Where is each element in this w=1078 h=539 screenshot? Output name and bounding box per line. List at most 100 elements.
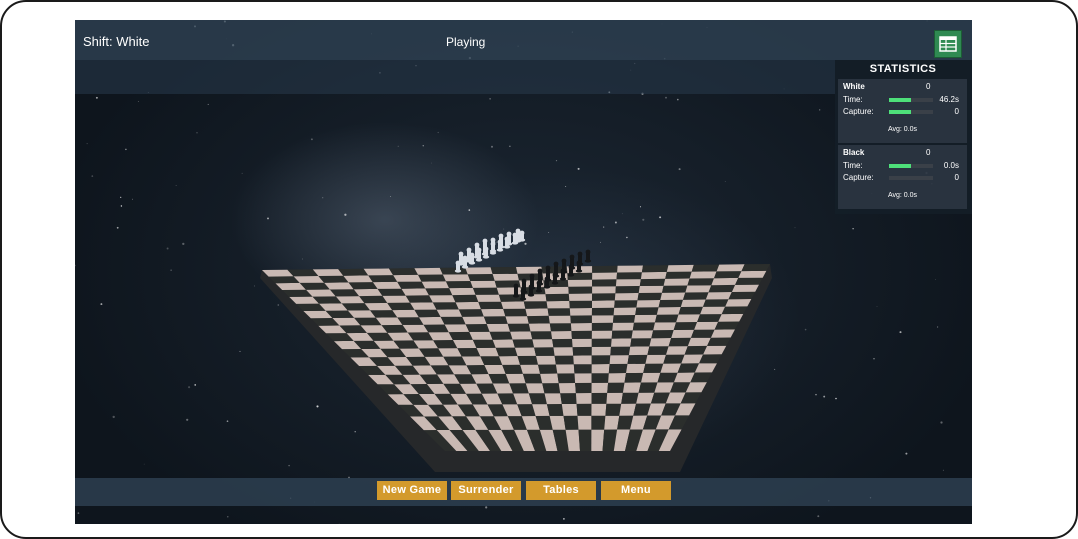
- board-square[interactable]: [634, 314, 657, 323]
- board-square[interactable]: [721, 306, 748, 315]
- board-square[interactable]: [678, 306, 704, 315]
- board-square[interactable]: [624, 372, 644, 383]
- board-square[interactable]: [622, 382, 641, 393]
- board-square[interactable]: [544, 393, 562, 405]
- board-square[interactable]: [614, 300, 638, 308]
- board-square[interactable]: [440, 316, 466, 325]
- board-square[interactable]: [716, 264, 745, 272]
- board-square[interactable]: [421, 281, 450, 289]
- board-square[interactable]: [592, 286, 616, 294]
- board-square[interactable]: [635, 307, 659, 315]
- board-square[interactable]: [512, 339, 535, 348]
- board-square[interactable]: [741, 264, 771, 272]
- board-square[interactable]: [592, 300, 615, 308]
- board-square[interactable]: [498, 356, 521, 365]
- white-piece[interactable]: [489, 237, 497, 253]
- board-square[interactable]: [405, 295, 433, 303]
- board-square[interactable]: [483, 316, 508, 324]
- board-square[interactable]: [445, 281, 473, 289]
- board-square[interactable]: [639, 278, 666, 286]
- board-square[interactable]: [522, 294, 547, 302]
- board-square[interactable]: [563, 415, 579, 430]
- board-square[interactable]: [591, 364, 610, 374]
- board-square[interactable]: [551, 331, 572, 340]
- board-square[interactable]: [615, 279, 641, 287]
- board-square[interactable]: [486, 323, 511, 332]
- board-square[interactable]: [591, 429, 605, 451]
- board-square[interactable]: [522, 373, 543, 384]
- board-square[interactable]: [592, 265, 618, 273]
- board-square[interactable]: [683, 292, 709, 300]
- board-square[interactable]: [725, 299, 752, 307]
- board-square[interactable]: [660, 292, 686, 301]
- board-square[interactable]: [619, 403, 637, 416]
- board-square[interactable]: [605, 403, 622, 416]
- board-square[interactable]: [676, 314, 701, 323]
- board-square[interactable]: [735, 277, 763, 285]
- board-square[interactable]: [614, 293, 639, 301]
- board-square[interactable]: [636, 300, 661, 308]
- board-square[interactable]: [478, 301, 504, 310]
- board-square[interactable]: [467, 274, 495, 281]
- board-square[interactable]: [372, 281, 402, 289]
- board-square[interactable]: [615, 286, 640, 294]
- board-square[interactable]: [604, 415, 620, 430]
- board-square[interactable]: [663, 278, 690, 286]
- board-square[interactable]: [548, 315, 571, 324]
- board-square[interactable]: [708, 284, 736, 293]
- board-square[interactable]: [610, 346, 631, 356]
- board-square[interactable]: [694, 321, 719, 330]
- board-square[interactable]: [418, 274, 446, 282]
- board-square[interactable]: [660, 363, 682, 373]
- board-square[interactable]: [525, 308, 549, 317]
- board-square[interactable]: [458, 309, 484, 317]
- board-square[interactable]: [452, 294, 479, 303]
- board-square[interactable]: [611, 338, 632, 347]
- board-square[interactable]: [577, 415, 592, 430]
- board-square[interactable]: [510, 331, 533, 340]
- board-square[interactable]: [591, 382, 609, 393]
- board-square[interactable]: [572, 338, 592, 348]
- board-square[interactable]: [689, 271, 717, 279]
- board-square[interactable]: [628, 346, 650, 356]
- board-square[interactable]: [414, 309, 441, 318]
- board-square[interactable]: [641, 372, 661, 383]
- board-square[interactable]: [469, 331, 493, 340]
- board-square[interactable]: [621, 392, 639, 404]
- board-square[interactable]: [570, 323, 592, 331]
- board-square[interactable]: [429, 295, 456, 303]
- board-square[interactable]: [643, 363, 664, 373]
- board-square[interactable]: [616, 272, 642, 280]
- board-square[interactable]: [591, 373, 609, 383]
- board-square[interactable]: [503, 308, 528, 317]
- board-square[interactable]: [549, 323, 572, 332]
- board-square[interactable]: [611, 330, 633, 339]
- board-square[interactable]: [576, 403, 592, 416]
- board-square[interactable]: [574, 373, 592, 383]
- board-square[interactable]: [492, 339, 515, 348]
- board-square[interactable]: [630, 338, 652, 347]
- board-square[interactable]: [697, 314, 722, 322]
- board-square[interactable]: [631, 330, 654, 339]
- board-square[interactable]: [547, 308, 571, 316]
- board-square[interactable]: [496, 287, 523, 295]
- board-square[interactable]: [465, 267, 493, 275]
- board-square[interactable]: [592, 279, 617, 287]
- board-square[interactable]: [591, 307, 615, 316]
- board-square[interactable]: [666, 264, 694, 272]
- board-square[interactable]: [425, 288, 453, 296]
- board-square[interactable]: [475, 294, 501, 302]
- board-square[interactable]: [368, 275, 398, 283]
- board-square[interactable]: [546, 404, 564, 416]
- new-game-button[interactable]: New Game: [377, 481, 447, 500]
- board-square[interactable]: [718, 313, 744, 322]
- board-square[interactable]: [592, 293, 616, 301]
- board-square[interactable]: [553, 347, 574, 356]
- board-square[interactable]: [703, 299, 729, 307]
- board-square[interactable]: [470, 280, 497, 288]
- board-square[interactable]: [638, 382, 658, 393]
- board-square[interactable]: [552, 338, 573, 348]
- board-square[interactable]: [714, 271, 742, 279]
- board-square[interactable]: [507, 323, 531, 332]
- board-square[interactable]: [637, 292, 663, 301]
